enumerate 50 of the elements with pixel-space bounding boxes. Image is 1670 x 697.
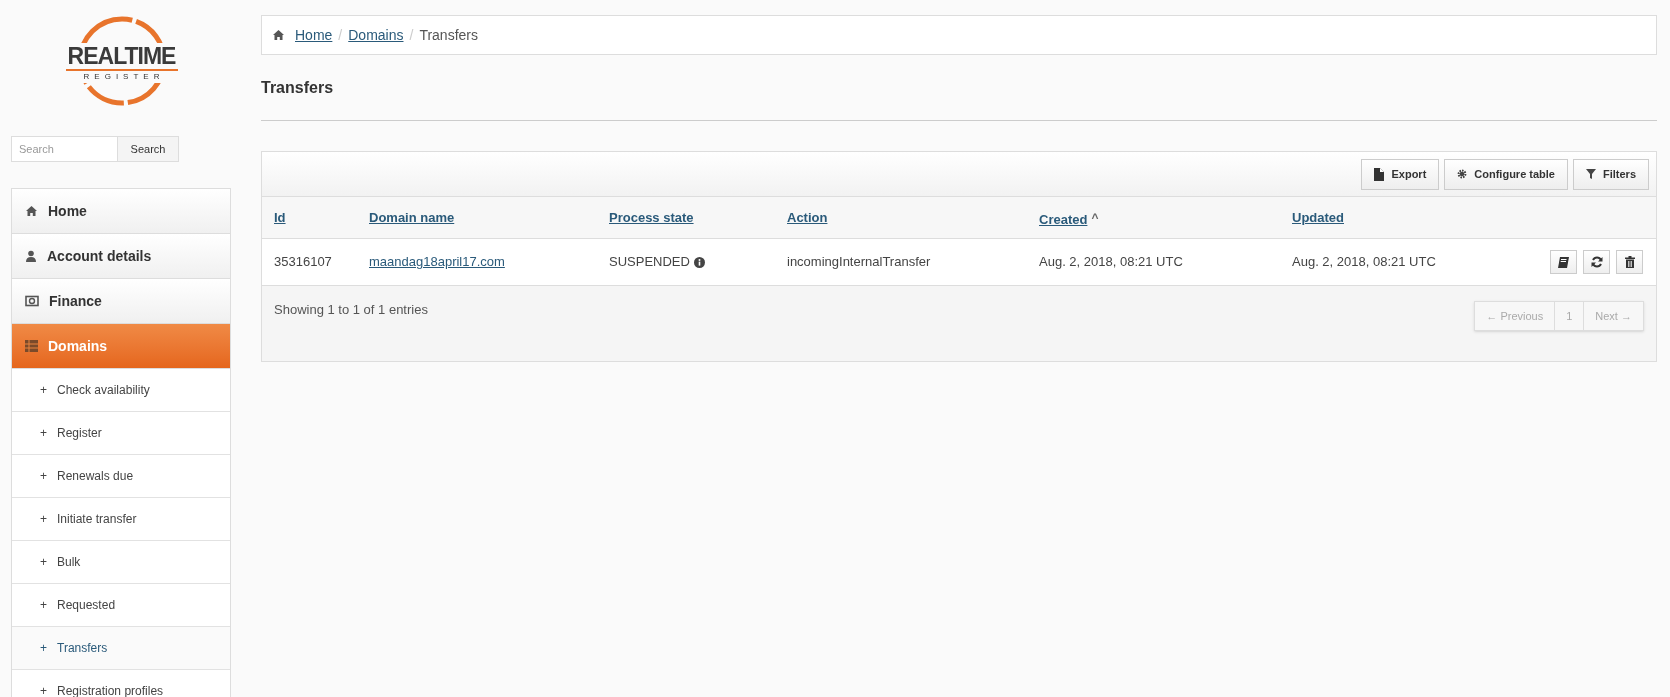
subnav-item[interactable]: + Initiate transfer bbox=[12, 498, 230, 541]
subnav-item[interactable]: + Bulk bbox=[12, 541, 230, 584]
file-icon bbox=[1374, 167, 1385, 181]
subnav-item[interactable]: + Registration profiles bbox=[12, 670, 230, 697]
column-header[interactable]: Updated bbox=[1292, 209, 1344, 225]
subnav-item[interactable]: + Register bbox=[12, 412, 230, 455]
table-cell: Aug. 2, 2018, 08:21 UTC bbox=[1039, 254, 1183, 270]
nav-item[interactable]: Account details bbox=[12, 234, 230, 279]
breadcrumb-link[interactable]: Domains bbox=[348, 24, 404, 46]
row-action-button[interactable] bbox=[1583, 250, 1610, 274]
column-header[interactable]: Domain name bbox=[369, 209, 455, 225]
trash-icon bbox=[1624, 256, 1635, 268]
column-header[interactable]: Created bbox=[1039, 211, 1088, 227]
breadcrumb-separator: / bbox=[338, 25, 343, 45]
gear-icon bbox=[1457, 169, 1468, 179]
toolbar-button[interactable]: Filters bbox=[1573, 158, 1649, 190]
banknote-icon bbox=[25, 295, 39, 307]
info-icon bbox=[693, 256, 705, 268]
subnav-item[interactable]: + Requested bbox=[12, 584, 230, 627]
subnav-item[interactable]: + Check availability bbox=[12, 369, 230, 412]
entries-summary: Showing 1 to 1 of 1 entries bbox=[274, 301, 428, 319]
column-header[interactable]: Id bbox=[274, 209, 286, 225]
sort-indicator: ^ bbox=[1091, 210, 1099, 225]
nav-item[interactable]: Finance bbox=[12, 279, 230, 324]
home-icon bbox=[25, 205, 38, 217]
user-icon bbox=[25, 250, 37, 262]
column-header[interactable]: Action bbox=[787, 209, 828, 225]
breadcrumb-separator: / bbox=[409, 25, 414, 45]
table-cell-text: SUSPENDED bbox=[609, 253, 690, 272]
nav-item[interactable]: Home bbox=[12, 189, 230, 234]
search-button[interactable]: Search bbox=[118, 136, 179, 162]
row-action-button[interactable] bbox=[1616, 250, 1643, 274]
subnav-item[interactable]: + Renewals due bbox=[12, 455, 230, 498]
refresh-icon bbox=[1590, 256, 1603, 268]
toolbar-button[interactable]: Configure table bbox=[1444, 158, 1568, 190]
table-cell: Aug. 2, 2018, 08:21 UTC bbox=[1292, 254, 1436, 270]
row-action-button[interactable] bbox=[1550, 250, 1577, 274]
home-icon bbox=[272, 29, 285, 41]
book-icon bbox=[1558, 256, 1569, 268]
table-cell: incomingInternalTransfer bbox=[787, 254, 931, 270]
domain-link[interactable]: maandag18april17.com bbox=[369, 254, 505, 270]
table-cell: 35316107 bbox=[274, 254, 332, 270]
filter-icon bbox=[1586, 169, 1596, 179]
search-field[interactable]: Search bbox=[11, 136, 118, 162]
grid-icon bbox=[25, 340, 38, 352]
column-header[interactable]: Process state bbox=[609, 209, 694, 225]
toolbar-button[interactable]: Export bbox=[1361, 158, 1440, 190]
page-title: Transfers bbox=[261, 78, 335, 98]
breadcrumb-link[interactable]: Home bbox=[295, 24, 333, 46]
breadcrumb-current: Transfers bbox=[419, 25, 478, 45]
